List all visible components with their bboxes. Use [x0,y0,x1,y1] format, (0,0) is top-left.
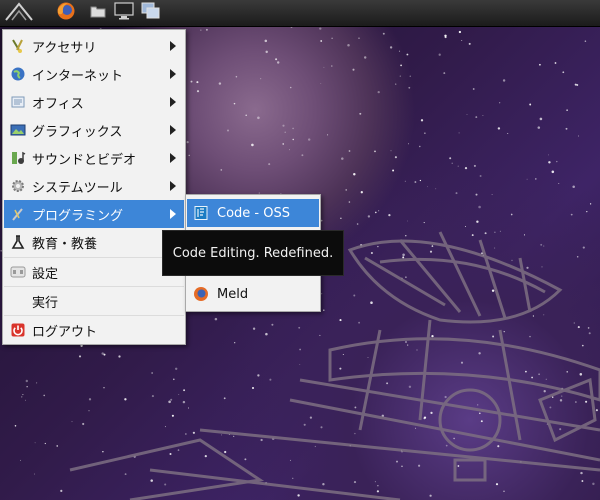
menu-item-office[interactable]: オフィス [4,88,184,116]
menu-item-education[interactable]: 教育・教養 [4,228,184,256]
programming-icon [10,206,26,222]
menu-item-programming[interactable]: プログラミング [4,200,184,228]
window-switcher-icon [141,2,161,24]
window-switcher-launcher[interactable] [140,2,162,24]
education-flask-icon [10,234,26,250]
logout-icon [10,322,26,338]
settings-icon [10,264,26,280]
menu-item-label: アクセサリ [32,40,97,56]
tooltip: Code Editing. Redefined. [162,230,344,276]
terminal-launcher[interactable] [112,2,136,24]
menu-item-label: プログラミング [32,208,124,224]
submenu-item-label: Meld [217,286,249,302]
submenu-item-code-oss[interactable]: Code - OSS [187,199,319,227]
menu-item-label: 教育・教養 [32,236,98,252]
menu-item-run[interactable]: 実行 [4,287,184,315]
submenu-item-meld[interactable]: Meld [187,280,319,308]
terminal-monitor-icon [114,2,134,24]
accessories-icon [10,38,26,54]
firefox-launcher[interactable] [54,2,78,24]
file-manager-icon [90,3,106,23]
menu-item-accessories[interactable]: アクセサリ [4,32,184,60]
tooltip-text: Code Editing. Redefined. [172,245,334,261]
menu-item-label: ログアウト [32,324,98,340]
top-panel [0,0,600,27]
meld-icon [193,286,209,302]
submenu-item-label: Code - OSS [217,205,290,221]
menu-item-label: システムツール [32,180,123,196]
menu-item-internet[interactable]: インターネット [4,60,184,88]
system-tools-icon [10,178,26,194]
menu-item-label: グラフィックス [32,124,123,140]
office-icon [10,94,26,110]
submenu-arrow-icon [170,209,176,219]
menu-item-label: インターネット [32,68,124,84]
menu-item-settings[interactable]: 設定 [4,258,184,286]
submenu-arrow-icon [170,41,176,51]
menu-item-label: オフィス [32,96,84,112]
internet-globe-icon [10,66,26,82]
firefox-icon [56,1,76,25]
lxde-start-icon [4,0,34,26]
menu-item-sound-video[interactable]: サウンドとビデオ [4,144,184,172]
submenu-arrow-icon [170,97,176,107]
sound-video-icon [10,150,26,166]
vscode-icon [193,205,209,221]
menu-item-graphics[interactable]: グラフィックス [4,116,184,144]
application-menu: アクセサリ インターネット オフィス グラフィックス サウンドとビデオ システム… [2,29,186,345]
file-manager-launcher[interactable] [88,2,108,24]
submenu-arrow-icon [170,69,176,79]
start-menu-button[interactable] [2,2,36,24]
graphics-icon [10,122,26,138]
menu-item-label: サウンドとビデオ [32,152,137,168]
menu-item-system-tools[interactable]: システムツール [4,172,184,200]
menu-item-label: 実行 [32,295,59,311]
menu-item-logout[interactable]: ログアウト [4,316,184,344]
submenu-arrow-icon [170,125,176,135]
submenu-arrow-icon [170,181,176,191]
submenu-arrow-icon [170,153,176,163]
